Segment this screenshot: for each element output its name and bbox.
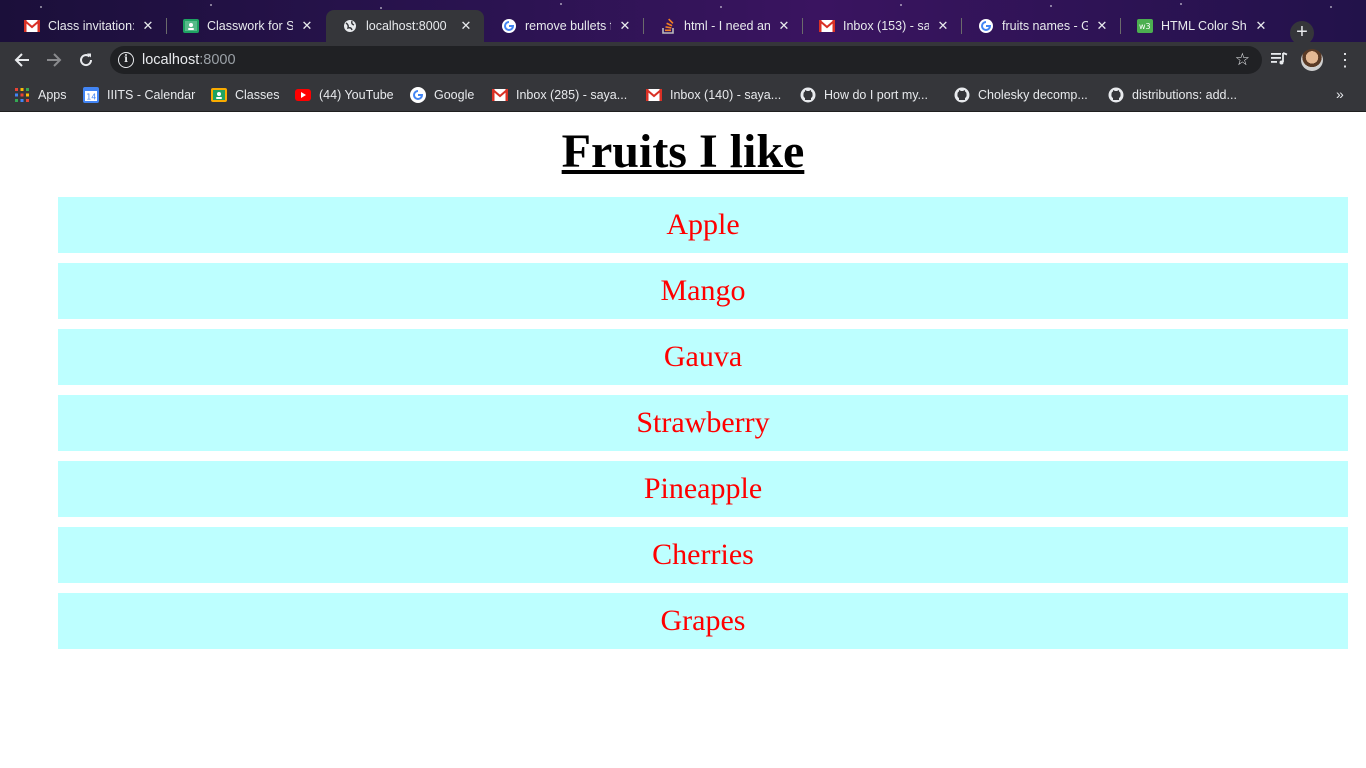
bookmark-label: Cholesky decomp...	[978, 88, 1088, 102]
github-icon	[800, 87, 816, 103]
bookmark-label: Classes	[235, 88, 280, 102]
bookmark-youtube[interactable]: (44) YouTube	[295, 86, 394, 104]
close-icon[interactable]: ✕	[1094, 18, 1110, 34]
tab-html-question[interactable]: html - I need an u ✕	[644, 10, 803, 42]
bookmark-inbox-285[interactable]: Inbox (285) - saya...	[492, 86, 627, 104]
bookmark-inbox-140[interactable]: Inbox (140) - sayа...	[646, 86, 781, 104]
w3c-icon: w3	[1137, 18, 1153, 34]
bookmark-label: distributions: add...	[1132, 88, 1237, 102]
bookmark-label: Inbox (140) - sayа...	[670, 88, 782, 102]
github-icon	[954, 87, 970, 103]
calendar-icon: 14	[83, 87, 99, 103]
github-icon	[1108, 87, 1124, 103]
address-port: :8000	[199, 52, 236, 68]
profile-avatar[interactable]	[1301, 49, 1323, 71]
bookmark-distributions[interactable]: distributions: add...	[1108, 86, 1237, 104]
calendar-day: 14	[86, 93, 96, 102]
close-icon[interactable]: ✕	[935, 18, 951, 34]
gmail-icon	[24, 18, 40, 34]
globe-icon	[342, 18, 358, 34]
tab-class-invitation[interactable]: Class invitation: ✕	[8, 10, 167, 42]
bookmark-label: How do I port my...	[824, 88, 928, 102]
google-icon	[501, 18, 517, 34]
bookmark-label: (44) YouTube	[319, 88, 394, 102]
tab-html-color-shades[interactable]: w3 HTML Color Sha ✕	[1121, 10, 1279, 42]
tab-fruits-names[interactable]: fruits names - Go ✕	[962, 10, 1121, 42]
info-icon[interactable]: i	[118, 52, 134, 68]
bookmark-cholesky[interactable]: Cholesky decomp...	[954, 86, 1088, 104]
apps-grid-icon	[14, 87, 30, 103]
tab-classwork[interactable]: Classwork for SC ✕	[167, 10, 325, 42]
tab-localhost[interactable]: localhost:8000 ✕	[326, 10, 484, 42]
list-item: Cherries	[58, 527, 1348, 583]
bookmark-google[interactable]: Google	[410, 86, 474, 104]
bookmarks-bar: Apps 14 IIITS - Calendar Classes (44) Yo…	[0, 78, 1366, 112]
bookmark-label: IIITS - Calendar	[107, 88, 196, 102]
close-icon[interactable]: ✕	[1253, 18, 1269, 34]
list-item: Apple	[58, 197, 1348, 253]
chevron-right-double-icon[interactable]: »	[1336, 86, 1344, 102]
bookmark-port[interactable]: How do I port my...	[800, 86, 928, 104]
bookmark-classes[interactable]: Classes	[211, 86, 279, 104]
bookmark-apps[interactable]: Apps	[14, 86, 67, 104]
close-icon[interactable]: ✕	[140, 18, 156, 34]
close-icon[interactable]: ✕	[299, 18, 315, 34]
address-host: localhost	[142, 52, 200, 68]
browser-toolbar: i localhost:8000 ☆ ⋮	[0, 42, 1366, 78]
tab-inbox-153[interactable]: Inbox (153) - say ✕	[803, 10, 962, 42]
address-bar[interactable]: i localhost:8000 ☆	[110, 46, 1262, 74]
bookmark-calendar[interactable]: 14 IIITS - Calendar	[83, 86, 195, 104]
list-item: Mango	[58, 263, 1348, 319]
list-item: Grapes	[58, 593, 1348, 649]
kebab-menu-icon[interactable]: ⋮	[1336, 48, 1354, 72]
stackoverflow-icon	[660, 18, 676, 34]
svg-text:w3: w3	[1139, 22, 1151, 31]
list-item: Strawberry	[58, 395, 1348, 451]
reload-icon[interactable]	[74, 48, 98, 72]
youtube-icon	[295, 87, 311, 103]
tab-title: HTML Color Sha	[1161, 19, 1247, 33]
bookmark-label: Apps	[38, 88, 67, 102]
bookmark-star-icon[interactable]: ☆	[1235, 50, 1250, 70]
google-icon	[410, 87, 426, 103]
tab-strip: Class invitation: ✕ Classwork for SC ✕ l…	[0, 8, 1366, 45]
tab-title: Classwork for SC	[207, 19, 293, 33]
bookmark-label: Inbox (285) - saya...	[516, 88, 628, 102]
forward-arrow-icon[interactable]	[42, 48, 66, 72]
tab-title: Inbox (153) - say	[843, 19, 929, 33]
gmail-icon	[819, 18, 835, 34]
tab-title: fruits names - Go	[1002, 19, 1088, 33]
close-icon[interactable]: ✕	[458, 18, 474, 34]
list-item: Pineapple	[58, 461, 1348, 517]
close-icon[interactable]: ✕	[617, 18, 633, 34]
tab-title: Class invitation:	[48, 19, 134, 33]
google-classroom-icon	[183, 18, 199, 34]
back-arrow-icon[interactable]	[10, 48, 34, 72]
fruit-list: Apple Mango Gauva Strawberry Pineapple C…	[58, 197, 1348, 659]
tab-title: html - I need an u	[684, 19, 770, 33]
gmail-icon	[646, 87, 662, 103]
close-icon[interactable]: ✕	[776, 18, 792, 34]
tab-title: localhost:8000	[366, 19, 447, 33]
browser-chrome: Class invitation: ✕ Classwork for SC ✕ l…	[0, 0, 1366, 112]
page-title: Fruits I like	[561, 125, 805, 178]
bookmark-label: Google	[434, 88, 475, 102]
tab-remove-bullets[interactable]: remove bullets fr ✕	[485, 10, 644, 42]
media-control-icon[interactable]	[1270, 50, 1288, 68]
list-item: Gauva	[58, 329, 1348, 385]
gmail-icon	[492, 87, 508, 103]
google-icon	[978, 18, 994, 34]
page-content: Fruits I like Apple Mango Gauva Strawber…	[0, 112, 1366, 768]
google-classroom-icon	[211, 87, 227, 103]
tab-title: remove bullets fr	[525, 19, 611, 33]
